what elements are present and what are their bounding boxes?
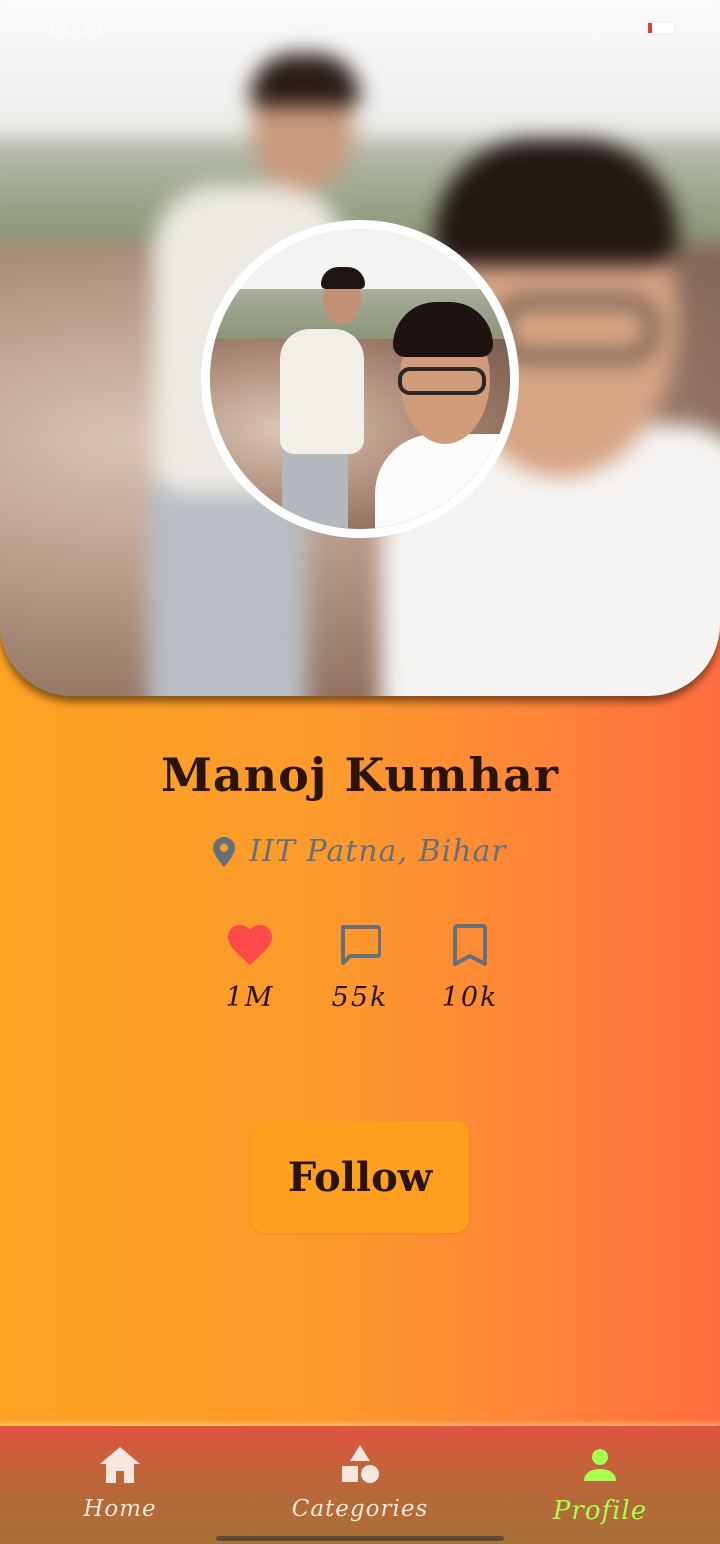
stat-bookmarks[interactable]: 10k bbox=[434, 922, 506, 1013]
heart-icon bbox=[227, 922, 273, 968]
profile-stats: 1M 55k 10k bbox=[0, 922, 720, 1013]
bookmarks-count: 10k bbox=[441, 982, 499, 1013]
profile-name: Manoj Kumhar bbox=[160, 748, 560, 802]
person-icon bbox=[579, 1444, 621, 1486]
battery-icon bbox=[646, 21, 676, 35]
nav-item-categories[interactable]: Categories bbox=[270, 1426, 450, 1544]
stat-likes[interactable]: 1M bbox=[214, 922, 286, 1013]
home-icon bbox=[99, 1444, 141, 1486]
stat-comments[interactable]: 55k bbox=[324, 922, 396, 1013]
nav-label-profile: Profile bbox=[552, 1496, 648, 1526]
location-text: IIT Patna, Bihar bbox=[249, 834, 507, 869]
comments-count: 55k bbox=[331, 982, 389, 1013]
follow-button[interactable]: Follow bbox=[251, 1121, 469, 1233]
nav-label-home: Home bbox=[83, 1496, 157, 1522]
nav-item-profile[interactable]: Profile bbox=[510, 1426, 690, 1544]
nav-label-categories: Categories bbox=[291, 1496, 429, 1522]
avatar-photo bbox=[210, 229, 510, 529]
status-bar: 11:11 ill ⚬ ⊕ ≈ bbox=[0, 0, 720, 56]
status-time: 11:11 bbox=[44, 15, 108, 41]
profile-location: IIT Patna, Bihar bbox=[0, 834, 720, 869]
bottom-navigation: Home Categories Profile bbox=[0, 1426, 720, 1544]
home-indicator[interactable] bbox=[216, 1536, 504, 1541]
profile-avatar[interactable] bbox=[201, 220, 519, 538]
status-indicators: ill ⚬ ⊕ ≈ bbox=[523, 16, 676, 41]
battery-level bbox=[648, 23, 652, 33]
bookmark-icon bbox=[447, 922, 493, 968]
categories-icon bbox=[339, 1444, 381, 1486]
nav-item-home[interactable]: Home bbox=[30, 1426, 210, 1544]
comment-icon bbox=[337, 922, 383, 968]
signal-wifi-icons: ill ⚬ ⊕ ≈ bbox=[523, 15, 636, 41]
location-pin-icon bbox=[213, 836, 236, 867]
likes-count: 1M bbox=[225, 982, 275, 1013]
